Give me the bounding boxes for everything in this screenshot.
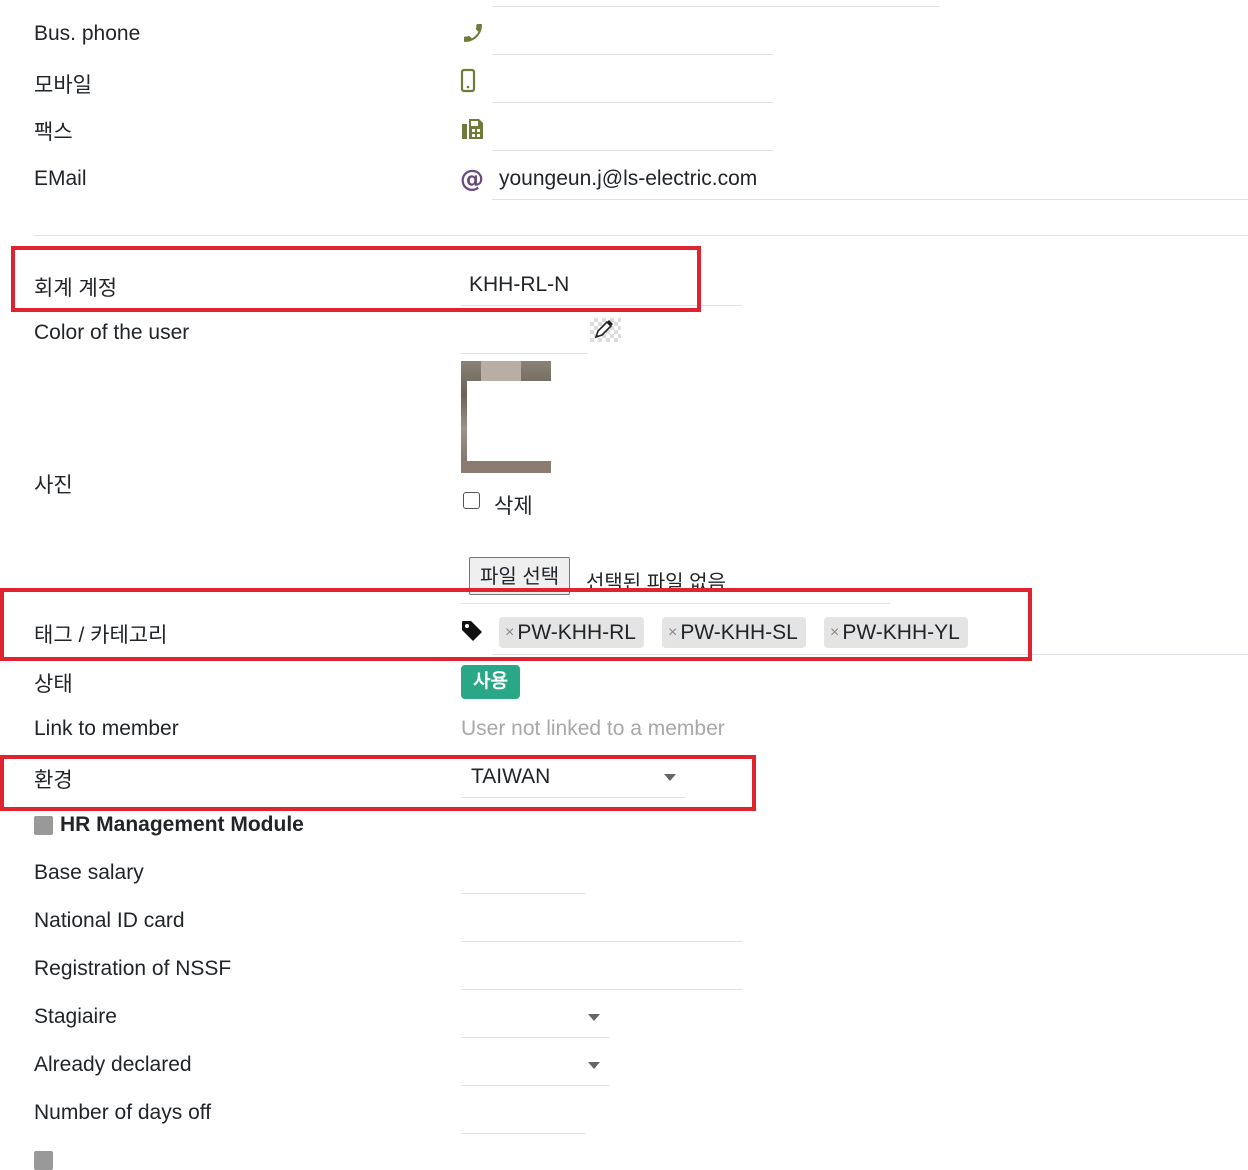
color-label: Color of the user [34, 321, 190, 344]
tag-chip[interactable]: × PW-KHH-SL [662, 617, 806, 648]
mobile-icon [455, 68, 481, 94]
section-divider [34, 235, 1248, 236]
chevron-down-icon [588, 1014, 600, 1021]
photo-label: 사진 [34, 474, 73, 497]
file-status-text: 선택된 파일 없음 [586, 572, 726, 594]
already-declared-label: Already declared [34, 1053, 192, 1076]
at-icon: @ [460, 165, 484, 193]
fax-icon [460, 116, 486, 142]
remove-tag-icon[interactable]: × [505, 617, 514, 648]
tags-underline [492, 654, 1248, 655]
environment-label: 환경 [34, 769, 73, 792]
email-input-underline [492, 199, 1248, 200]
base-salary-input[interactable] [461, 893, 585, 894]
tag-chip[interactable]: × PW-KHH-RL [499, 617, 644, 648]
tag-label: PW-KHH-RL [517, 621, 636, 644]
national-id-label: National ID card [34, 909, 185, 932]
mobile-input[interactable] [492, 102, 773, 103]
nssf-label: Registration of NSSF [34, 957, 232, 980]
already-declared-underline [461, 1085, 609, 1086]
status-label: 상태 [34, 673, 73, 696]
email-input[interactable]: youngeun.j@ls-electric.com [499, 167, 757, 191]
next-section-checkbox[interactable] [34, 1151, 53, 1170]
hr-section-checkbox[interactable] [34, 816, 53, 835]
pencil-icon [594, 320, 613, 339]
email-label: EMail [34, 167, 87, 190]
choose-file-button[interactable]: 파일 선택 [469, 557, 571, 595]
tag-label: PW-KHH-YL [842, 621, 960, 644]
chevron-down-icon [588, 1062, 600, 1069]
delete-photo-checkbox[interactable] [463, 492, 480, 509]
environment-value: TAIWAN [471, 765, 551, 788]
photo-underline [461, 603, 890, 604]
account-value[interactable]: KHH-RL-N [469, 273, 569, 297]
color-swatch[interactable] [590, 318, 621, 342]
remove-tag-icon[interactable]: × [668, 617, 677, 648]
color-input[interactable] [461, 353, 588, 354]
top-input-underline [492, 6, 940, 7]
bus-phone-input[interactable] [492, 54, 773, 55]
stagiaire-select[interactable] [461, 1000, 609, 1037]
chevron-down-icon [664, 774, 676, 781]
phone-icon [460, 20, 486, 46]
base-salary-label: Base salary [34, 861, 144, 884]
environment-underline [461, 797, 685, 798]
days-off-input[interactable] [461, 1133, 585, 1134]
nssf-input[interactable] [461, 989, 742, 990]
stagiaire-underline [461, 1037, 609, 1038]
tag-label: PW-KHH-SL [680, 621, 798, 644]
user-photo [461, 361, 551, 473]
tag-icon [459, 618, 485, 644]
bus-phone-label: Bus. phone [34, 22, 141, 45]
account-label: 회계 계정 [34, 277, 118, 300]
already-declared-select[interactable] [461, 1048, 609, 1085]
fax-input[interactable] [492, 150, 773, 151]
remove-tag-icon[interactable]: × [830, 617, 839, 648]
member-value: User not linked to a member [461, 717, 725, 740]
mobile-label: 모바일 [34, 74, 92, 97]
days-off-label: Number of days off [34, 1101, 212, 1124]
account-underline [461, 305, 742, 306]
status-badge: 사용 [461, 665, 520, 699]
hr-section-title: HR Management Module [60, 813, 304, 836]
delete-photo-label: 삭제 [494, 495, 533, 518]
tag-chip[interactable]: × PW-KHH-YL [824, 617, 968, 648]
tags-label: 태그 / 카테고리 [34, 624, 168, 647]
fax-label: 팩스 [34, 121, 73, 144]
member-label: Link to member [34, 717, 179, 740]
environment-select[interactable]: TAIWAN [461, 760, 685, 797]
stagiaire-label: Stagiaire [34, 1005, 117, 1028]
national-id-input[interactable] [461, 941, 742, 942]
